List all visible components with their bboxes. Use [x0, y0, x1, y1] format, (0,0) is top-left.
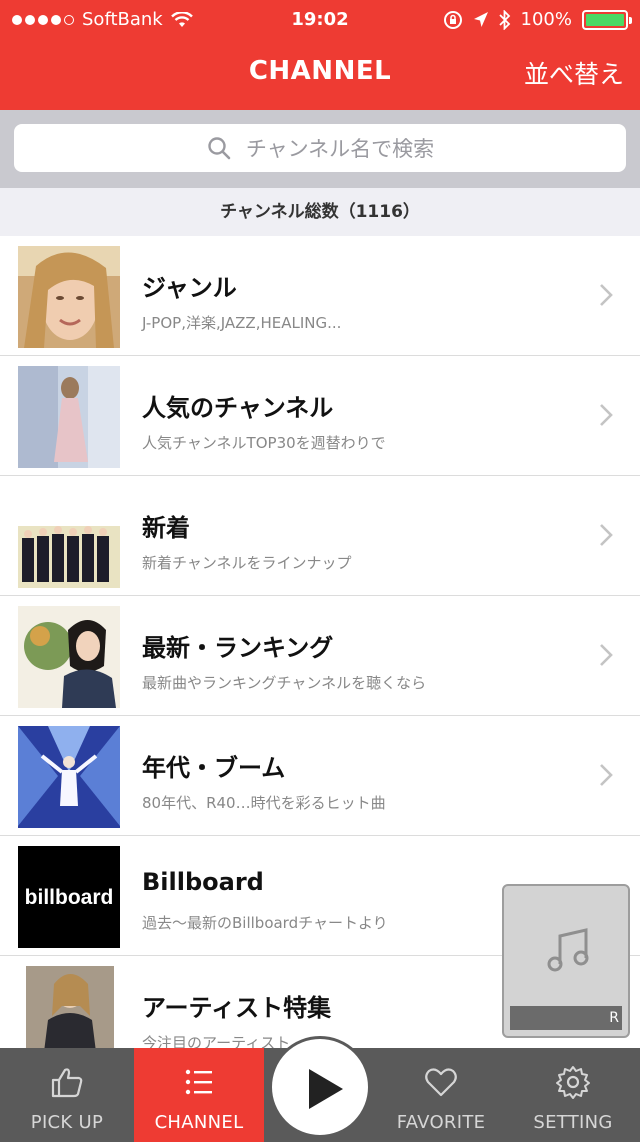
list-item-popular[interactable]: 人気のチャンネル 人気チャンネルTOP30を週替わりで — [0, 356, 640, 476]
play-button[interactable] — [269, 1036, 371, 1138]
chevron-right-icon — [600, 404, 613, 426]
mini-player[interactable]: R — [502, 884, 630, 1038]
era-thumbnail — [18, 726, 120, 828]
chevron-right-icon — [600, 644, 613, 666]
tab-label: FAVORITE — [396, 1112, 486, 1133]
tab-setting[interactable]: SETTING — [506, 1048, 640, 1142]
play-icon — [309, 1069, 343, 1109]
heart-icon — [425, 1068, 457, 1097]
list-item-title: 人気のチャンネル — [142, 394, 334, 422]
mini-player-label: R — [510, 1006, 622, 1030]
sort-button[interactable]: 並べ替え — [524, 55, 624, 91]
list-item-genre[interactable]: ジャンル J-POP,洋楽,JAZZ,HEALING... — [0, 236, 640, 356]
list-item-title: ジャンル — [142, 274, 237, 302]
location-icon — [473, 11, 488, 27]
list-item-era[interactable]: 年代・ブーム 80年代、R40…時代を彩るヒット曲 — [0, 716, 640, 836]
search-bar: チャンネル名で検索 — [0, 110, 640, 188]
search-placeholder: チャンネル名で検索 — [245, 137, 435, 161]
new-thumbnail — [18, 486, 120, 588]
tab-label: SETTING — [533, 1112, 613, 1133]
list-item-title: 最新・ランキング — [142, 634, 334, 662]
chevron-right-icon — [600, 764, 613, 786]
list-item-subtitle: 80年代、R40…時代を彩るヒット曲 — [142, 794, 386, 812]
list-item-new[interactable]: 新着 新着チャンネルをラインナップ — [0, 476, 640, 596]
list-item-subtitle: J-POP,洋楽,JAZZ,HEALING... — [142, 314, 342, 332]
list-item-ranking[interactable]: 最新・ランキング 最新曲やランキングチャンネルを聴くなら — [0, 596, 640, 716]
tab-channel[interactable]: CHANNEL — [134, 1048, 264, 1142]
bluetooth-icon — [498, 9, 510, 30]
list-item-subtitle: 過去～最新のBillboardチャートより — [142, 914, 388, 932]
ranking-thumbnail — [18, 606, 120, 708]
battery-icon — [582, 9, 632, 30]
chevron-right-icon — [600, 284, 613, 306]
header: SoftBank 19:02 100% CHANNEL 並べ替え — [0, 0, 640, 110]
list-item-subtitle: 最新曲やランキングチャンネルを聴くなら — [142, 674, 427, 692]
list-item-title: 年代・ブーム — [142, 754, 286, 782]
lock-rotation-icon — [443, 10, 462, 29]
tab-pickup[interactable]: PICK UP — [0, 1048, 134, 1142]
music-note-icon — [547, 928, 589, 972]
list-item-title: 新着 — [142, 514, 190, 542]
channel-count: チャンネル総数（1116） — [0, 188, 640, 236]
gear-icon — [556, 1066, 590, 1099]
list-item-subtitle: 新着チャンネルをラインナップ — [142, 554, 352, 572]
thumbs-up-icon — [51, 1068, 83, 1098]
tab-label: PICK UP — [30, 1112, 104, 1133]
billboard-logo-text: billboard — [25, 886, 114, 909]
tab-label: CHANNEL — [154, 1112, 244, 1133]
chevron-right-icon — [600, 524, 613, 546]
list-item-title: アーティスト特集 — [142, 994, 332, 1022]
search-icon — [208, 137, 231, 160]
tab-favorite[interactable]: FAVORITE — [376, 1048, 506, 1142]
popular-thumbnail — [18, 366, 120, 468]
list-item-subtitle: 人気チャンネルTOP30を週替わりで — [142, 434, 386, 452]
billboard-logo: billboard — [18, 846, 120, 948]
list-item-title: Billboard — [142, 868, 264, 896]
battery-percent: 100% — [520, 9, 572, 30]
list-icon — [185, 1069, 212, 1095]
genre-thumbnail — [18, 246, 120, 348]
search-input[interactable]: チャンネル名で検索 — [14, 124, 626, 172]
status-bar: SoftBank 19:02 100% — [0, 0, 640, 38]
